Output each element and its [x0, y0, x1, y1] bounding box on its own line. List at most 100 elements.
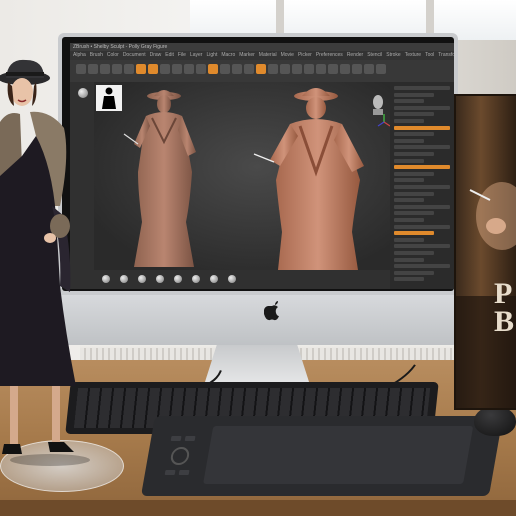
apple-logo-icon	[263, 301, 280, 327]
toolbar-button[interactable]	[100, 64, 110, 74]
panel-control[interactable]	[394, 251, 434, 255]
sculpt-figure-right	[253, 88, 364, 270]
axis-gizmo-icon[interactable]	[377, 114, 391, 127]
toolbar-button[interactable]	[352, 64, 362, 74]
panel-control[interactable]	[394, 119, 424, 123]
panel-control[interactable]	[394, 185, 450, 189]
panel-control[interactable]	[394, 231, 434, 236]
right-tray	[390, 82, 454, 289]
panel-control[interactable]	[394, 244, 450, 249]
material-sphere-icon[interactable]	[138, 275, 146, 283]
panel-control[interactable]	[394, 237, 424, 242]
toolbar-button[interactable]	[328, 64, 338, 74]
panel-control[interactable]	[394, 99, 424, 104]
menu-item[interactable]: Tool	[425, 52, 434, 58]
toolbar-button[interactable]	[376, 64, 386, 74]
desk-edge	[0, 500, 516, 516]
toolbar-button[interactable]	[124, 64, 134, 74]
panel-control[interactable]	[394, 264, 450, 269]
panel-control[interactable]	[394, 277, 424, 282]
toolbar-button[interactable]	[292, 64, 302, 74]
material-sphere-icon[interactable]	[102, 275, 110, 283]
panel-control[interactable]	[394, 171, 434, 176]
menu-item[interactable]: Transform	[438, 52, 454, 58]
menu-item[interactable]: Document	[123, 52, 146, 58]
tablet-active-area[interactable]	[203, 426, 474, 484]
menu-bar: Alpha Brush Color Document Draw Edit File Layer…	[70, 51, 454, 60]
panel-control[interactable]	[394, 132, 434, 137]
toolbar-button[interactable]	[268, 64, 278, 74]
toolbar-button[interactable]	[136, 64, 146, 74]
material-sphere-icon[interactable]	[228, 275, 236, 283]
toolbar-button[interactable]	[364, 64, 374, 74]
panel-control[interactable]	[394, 152, 434, 156]
panel-control[interactable]	[394, 198, 424, 203]
toolbar-button[interactable]	[244, 64, 254, 74]
material-sphere-icon[interactable]	[210, 275, 218, 283]
panel-control[interactable]	[394, 112, 434, 117]
monitor-bezel: ZBrush • Shelby Sculpt - Polly Gray Figu…	[62, 37, 454, 291]
panel-control[interactable]	[394, 92, 434, 97]
menu-item[interactable]: Edit	[165, 52, 174, 58]
panel-control[interactable]	[394, 86, 450, 90]
toolbar-button[interactable]	[196, 64, 206, 74]
toolbar-button[interactable]	[148, 64, 158, 74]
toolbar-button[interactable]	[232, 64, 242, 74]
material-tray	[94, 270, 390, 289]
material-sphere-icon[interactable]	[174, 275, 182, 283]
panel-control[interactable]	[394, 191, 434, 196]
menu-item[interactable]: Stencil	[367, 52, 382, 58]
panel-control[interactable]	[394, 165, 450, 170]
panel-control[interactable]	[394, 125, 450, 130]
menu-item[interactable]: Material	[259, 52, 277, 58]
panel-control[interactable]	[394, 105, 450, 110]
panel-control[interactable]	[394, 204, 450, 209]
tablet-express-keys[interactable]	[158, 434, 202, 478]
panel-control[interactable]	[394, 218, 424, 222]
polly-gray-figurine	[0, 59, 76, 454]
menu-item[interactable]: Movie	[281, 52, 294, 58]
toolbar-button[interactable]	[280, 64, 290, 74]
menu-item[interactable]: Draw	[150, 52, 162, 58]
toolbar-button[interactable]	[256, 64, 266, 74]
menu-item[interactable]: Stroke	[386, 52, 400, 58]
panel-control[interactable]	[394, 224, 450, 229]
material-sphere-icon[interactable]	[156, 275, 164, 283]
zbrush-screen: ZBrush • Shelby Sculpt - Polly Gray Figu…	[70, 43, 454, 289]
toolbar-button[interactable]	[340, 64, 350, 74]
material-sphere-icon[interactable]	[120, 275, 128, 283]
window-title: ZBrush • Shelby Sculpt - Polly Gray Figu…	[70, 43, 454, 51]
panel-control[interactable]	[394, 158, 424, 163]
menu-item[interactable]: Texture	[405, 52, 421, 58]
toolbar	[70, 60, 454, 82]
material-sphere-icon[interactable]	[192, 275, 200, 283]
head-preview	[373, 95, 383, 115]
menu-item[interactable]: Marker	[239, 52, 255, 58]
menu-item[interactable]: File	[178, 52, 186, 58]
panel-control[interactable]	[394, 145, 450, 150]
toolbar-button[interactable]	[316, 64, 326, 74]
toolbar-button[interactable]	[220, 64, 230, 74]
menu-item[interactable]: Picker	[298, 52, 312, 58]
toolbar-button[interactable]	[172, 64, 182, 74]
figure-box-art	[454, 94, 516, 410]
menu-item[interactable]: Layer	[190, 52, 203, 58]
toolbar-button[interactable]	[208, 64, 218, 74]
menu-item[interactable]: Color	[107, 52, 119, 58]
panel-control[interactable]	[394, 257, 424, 262]
sculpt-canvas[interactable]	[94, 82, 391, 270]
menu-item[interactable]: Preferences	[316, 52, 343, 58]
panel-control[interactable]	[394, 211, 434, 216]
drawing-tablet[interactable]	[140, 416, 504, 496]
toolbar-button[interactable]	[184, 64, 194, 74]
imac-monitor: ZBrush • Shelby Sculpt - Polly Gray Figu…	[58, 33, 458, 345]
panel-control[interactable]	[394, 178, 424, 183]
panel-control[interactable]	[394, 270, 434, 275]
toolbar-button[interactable]	[160, 64, 170, 74]
menu-item[interactable]: Render	[347, 52, 363, 58]
menu-item[interactable]: Macro	[221, 52, 235, 58]
toolbar-button[interactable]	[304, 64, 314, 74]
toolbar-button[interactable]	[112, 64, 122, 74]
panel-control[interactable]	[394, 138, 424, 143]
menu-item[interactable]: Light	[206, 52, 217, 58]
